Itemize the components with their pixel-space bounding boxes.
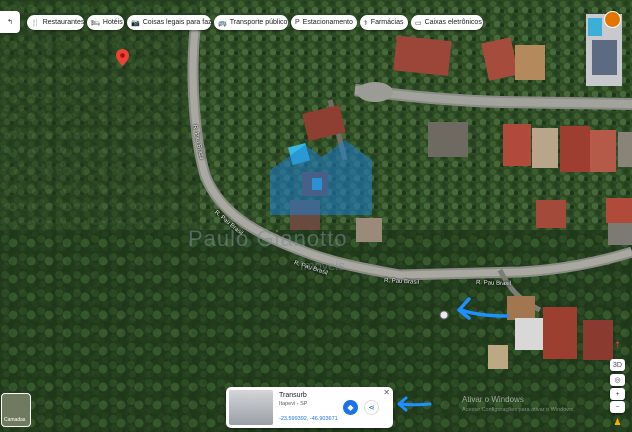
layers-button[interactable]: Camadas xyxy=(1,393,31,427)
chip-atms[interactable]: ▭ Caixas eletrônicos xyxy=(411,15,483,30)
directions-button[interactable]: ◆ xyxy=(343,400,358,415)
pharmacy-icon: ⚕ xyxy=(364,19,368,27)
chip-public-transport[interactable]: 🚌 Transporte público xyxy=(214,15,288,30)
chip-restaurants[interactable]: 🍴 Restaurantes xyxy=(27,15,84,30)
zoom-out-button[interactable]: − xyxy=(610,401,625,413)
my-location-icon: ◎ xyxy=(614,377,621,384)
chip-hotels[interactable]: 🛏 Hotéis xyxy=(87,15,124,30)
chip-label: Hotéis xyxy=(102,19,123,26)
annotation-arrow-icon xyxy=(397,396,432,412)
chip-label: Transporte público xyxy=(229,19,288,26)
menu-button[interactable]: ↰ xyxy=(0,11,20,33)
brand-watermark-sub: Imóveis xyxy=(300,258,345,273)
hotel-icon: 🛏 xyxy=(91,19,100,27)
place-title[interactable]: Transurb xyxy=(279,392,307,399)
compass-icon[interactable]: ⇡ xyxy=(610,340,625,351)
location-pin-icon[interactable] xyxy=(116,49,129,66)
zoom-in-button[interactable]: + xyxy=(610,388,625,400)
share-icon: ⋖ xyxy=(368,403,375,412)
chip-label: Estacionamento xyxy=(302,19,353,26)
atm-icon: ▭ xyxy=(415,19,422,27)
place-thumbnail[interactable] xyxy=(229,390,273,425)
chip-pharmacies[interactable]: ⚕ Farmácias xyxy=(360,15,408,30)
satellite-imagery xyxy=(0,0,632,432)
chip-label: Farmácias xyxy=(370,19,404,26)
3d-button[interactable]: 3D xyxy=(610,359,625,371)
place-coordinates[interactable]: -23.599392, -46.903671 xyxy=(279,416,338,422)
brand-watermark: Paulo Gianotto xyxy=(188,226,348,251)
satellite-map[interactable] xyxy=(0,0,632,432)
chip-label: Coisas legais para faz... xyxy=(142,19,218,26)
layers-label: Camadas xyxy=(4,417,26,423)
chip-parking[interactable]: P Estacionamento xyxy=(291,15,357,30)
activation-watermark-sub: Acesse Configurações para ativar o Windo… xyxy=(462,407,575,413)
avatar[interactable] xyxy=(604,11,621,28)
activation-watermark: Ativar o Windows xyxy=(462,395,524,404)
chip-label: Restaurantes xyxy=(42,19,85,26)
location-button[interactable]: ◎ xyxy=(610,374,625,386)
camera-icon: 📷 xyxy=(131,19,140,27)
place-subtitle: Itapevi - SP xyxy=(279,401,308,407)
share-button[interactable]: ⋖ xyxy=(364,400,379,415)
annotation-arrow-icon xyxy=(457,297,509,320)
transit-icon: 🚌 xyxy=(218,19,227,27)
chip-things-to-do[interactable]: 📷 Coisas legais para faz... xyxy=(127,15,217,30)
parking-icon: P xyxy=(295,19,300,26)
road-label: R. Pau Brasil xyxy=(475,280,512,288)
pegman-icon[interactable]: ♟ xyxy=(610,416,625,429)
chip-label: Caixas eletrônicos xyxy=(424,19,482,26)
directions-icon: ↰ xyxy=(7,19,13,26)
restaurant-icon: 🍴 xyxy=(31,19,40,27)
place-card[interactable]: Transurb Itapevi - SP -23.599392, -46.90… xyxy=(226,387,393,428)
directions-icon: ◆ xyxy=(347,403,354,412)
close-icon[interactable]: ✕ xyxy=(383,388,390,397)
